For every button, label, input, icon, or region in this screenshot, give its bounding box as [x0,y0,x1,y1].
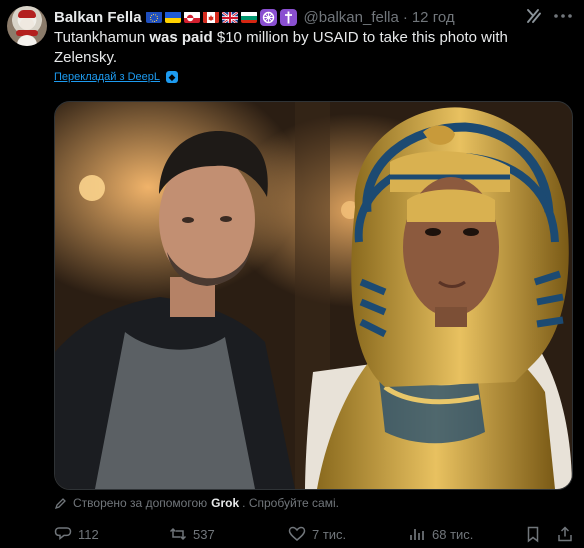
like-count: 7 тис. [312,526,347,542]
user-avatar[interactable] [7,6,47,46]
deepl-icon: ◆ [165,71,178,83]
canada-flag-icon [202,11,219,23]
ukraine-flag-icon [164,11,181,23]
pen-icon [54,497,67,510]
caption-suffix[interactable]: . Спробуйте самі. [242,496,339,510]
ai-caption: Створено за допомогою Grok . Спробуйте с… [54,496,339,510]
user-handle[interactable]: @balkan_fella [304,9,399,26]
tweet-text-part: Tutankhamun [54,29,150,46]
bookmark-icon [527,526,539,543]
repost-count: 537 [193,526,215,542]
bookmark-button[interactable] [524,523,548,545]
user-name[interactable]: Balkan Fella [54,9,142,26]
repost-icon [169,527,187,541]
separator-dot: · [402,8,408,26]
views-button[interactable]: 68 тис. [408,523,473,545]
views-icon [410,529,424,540]
repost-button[interactable]: 537 [169,523,215,545]
eu-flag-icon [145,11,162,23]
grok-icon[interactable] [524,6,544,26]
wheel-icon [259,8,277,26]
tweet-image[interactable] [54,101,573,490]
like-icon [288,526,306,541]
reply-count: 112 [78,526,99,542]
grok-link[interactable]: Grok [211,496,239,510]
reply-button[interactable]: 112 [54,523,99,545]
share-icon [558,526,572,542]
bulgaria-flag-icon [240,11,257,23]
avatar-body [17,35,37,46]
tweet-text: Tutankhamun was paid $10 million by USAI… [54,28,574,68]
cross-icon [279,8,297,26]
uk-flag-icon [221,11,238,23]
translate-link[interactable]: Перекладай з DeepL ◆ [54,71,178,83]
views-count: 68 тис. [432,526,474,542]
translate-label[interactable]: Перекладай з DeepL [54,71,160,83]
more-icon[interactable] [551,6,575,26]
caption-prefix: Створено за допомогою [73,496,208,510]
tweet-actions: 112 537 7 тис. 68 тис. [54,523,574,545]
greenland-flag-icon [183,11,200,23]
share-button[interactable] [556,523,580,545]
reply-icon [54,527,72,541]
tweet-header: Balkan Fella @balkan_fella · 12 год [54,7,455,27]
avatar-face [20,18,34,30]
like-button[interactable]: 7 тис. [288,523,346,545]
tweet-time[interactable]: 12 год [412,9,455,26]
avatar-hat [18,10,36,18]
tweet-text-bold: was paid [149,29,213,46]
